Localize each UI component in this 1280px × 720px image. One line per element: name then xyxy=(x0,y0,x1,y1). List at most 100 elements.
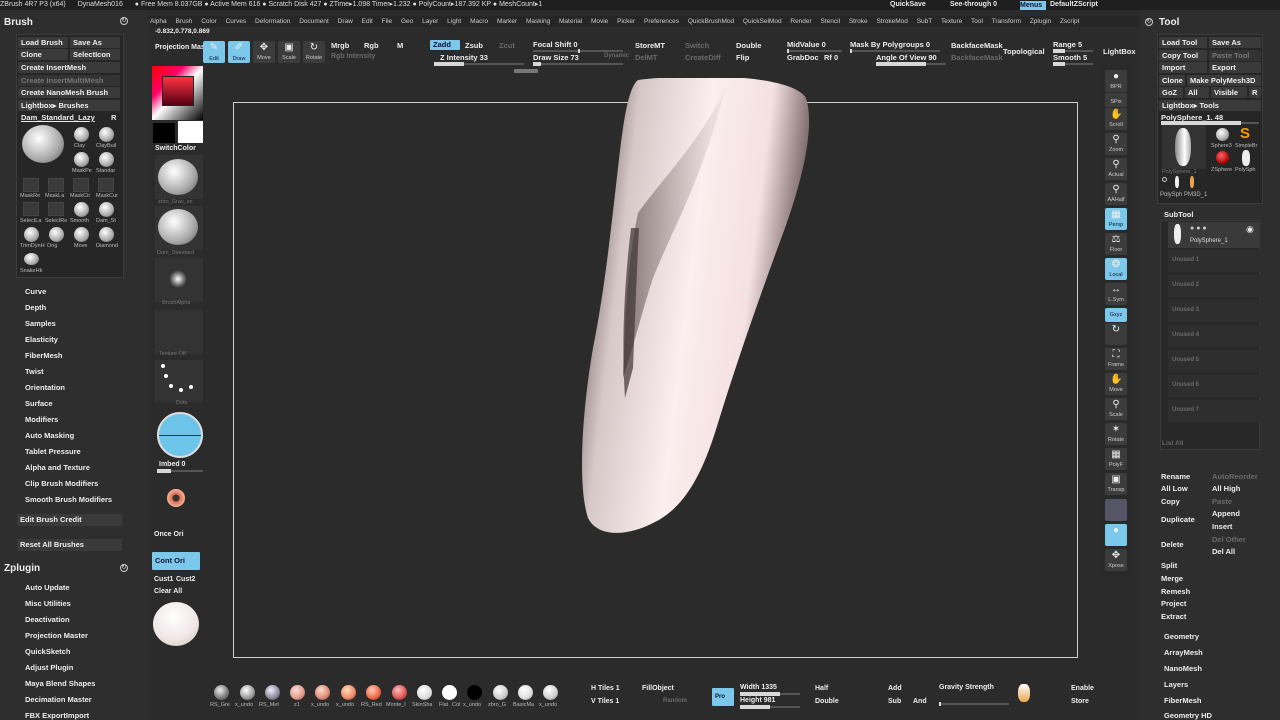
brush-thumb-trimdynamic[interactable] xyxy=(24,227,39,242)
imbed-slider-track[interactable] xyxy=(157,469,203,473)
section-arraymesh[interactable]: ArrayMesh xyxy=(1164,648,1203,657)
subtool-slot[interactable]: Unused 4 xyxy=(1168,325,1260,347)
delete-button[interactable]: Delete xyxy=(1161,540,1184,549)
sub-button[interactable]: Sub xyxy=(888,698,901,705)
draw-mode-button[interactable]: ✐ Draw xyxy=(228,41,250,63)
menu-material[interactable]: Material xyxy=(559,18,582,25)
load-tool-button[interactable]: Load Tool xyxy=(1159,37,1207,48)
material-swatch[interactable] xyxy=(341,685,356,700)
quicksave-button[interactable]: QuickSave xyxy=(890,1,950,10)
polyf-button[interactable]: ▦ PolyF xyxy=(1105,448,1127,470)
local-button[interactable]: ❂ Local xyxy=(1105,258,1127,280)
subtool-slot[interactable]: Unused 3 xyxy=(1168,300,1260,322)
gravity-strength-slider[interactable]: Gravity Strength xyxy=(939,684,994,691)
m-button[interactable]: M xyxy=(397,41,403,50)
brush-thumb-masklasso[interactable] xyxy=(48,178,64,192)
z-intensity-slider[interactable]: Z Intensity 33 xyxy=(440,53,488,62)
lazy-mouse-dial[interactable] xyxy=(157,412,203,458)
material-swatch[interactable] xyxy=(518,685,533,700)
scroll-button[interactable]: ✋ Scroll xyxy=(1105,108,1127,130)
menu-stroke[interactable]: Stroke xyxy=(849,18,868,25)
section-clip-brush-modifiers[interactable]: Clip Brush Modifiers xyxy=(25,479,98,488)
material-swatch[interactable] xyxy=(240,685,255,700)
gxyz-button[interactable]: Gxyz xyxy=(1105,308,1127,322)
grabdoc-button[interactable]: GrabDoc xyxy=(787,53,819,62)
menu-curves[interactable]: Curves xyxy=(226,18,247,25)
scale-mode-button[interactable]: ▣ Scale xyxy=(278,41,300,63)
material-swatch[interactable] xyxy=(493,685,508,700)
zadd-button[interactable]: Zadd xyxy=(430,40,460,50)
tool-thumb-simplebrush-icon[interactable]: S xyxy=(1240,126,1254,142)
merge-button[interactable]: Merge xyxy=(1161,574,1183,583)
angle-of-view-slider[interactable]: Angle Of View 90 xyxy=(876,53,937,62)
menu-deformation[interactable]: Deformation xyxy=(255,18,290,25)
zplugin-decimation-master[interactable]: Decimation Master xyxy=(25,695,92,704)
brush-thumb-maskcircle[interactable] xyxy=(73,178,89,192)
material-swatch[interactable] xyxy=(366,685,381,700)
brush-thumbnail-box[interactable] xyxy=(155,206,203,250)
eye-icon[interactable]: ◉ xyxy=(1246,224,1256,234)
focal-shift-track[interactable] xyxy=(533,49,623,53)
section-smooth-brush-modifiers[interactable]: Smooth Brush Modifiers xyxy=(25,495,112,504)
section-geometry-hd[interactable]: Geometry HD xyxy=(1164,711,1212,720)
subtool-slot[interactable]: Unused 7 xyxy=(1168,400,1260,422)
section-surface[interactable]: Surface xyxy=(25,399,53,408)
random-button[interactable]: Random xyxy=(663,698,687,704)
create-nanomesh-brush-button[interactable]: Create NanoMesh Brush xyxy=(18,87,120,98)
brush-thumb-maskpen[interactable] xyxy=(74,152,89,167)
menu-tool[interactable]: Tool xyxy=(971,18,983,25)
mask-by-polygroups-slider[interactable]: Mask By Polygroups 0 xyxy=(850,40,930,49)
rotate-mode-button[interactable]: ↻ Rotate xyxy=(303,41,325,63)
rgb-button[interactable]: Rgb xyxy=(364,41,379,50)
zsub-button[interactable]: Zsub xyxy=(465,41,483,50)
menu-layer[interactable]: Layer xyxy=(422,18,438,25)
tool-thumb-polysph[interactable] xyxy=(1242,150,1250,166)
section-layers[interactable]: Layers xyxy=(1164,680,1188,689)
actual-button[interactable]: ⚲ Actual xyxy=(1105,158,1127,180)
and-button[interactable]: And xyxy=(913,698,927,705)
dots-stroke-box[interactable] xyxy=(155,360,203,402)
persp-button[interactable]: ▦ Persp xyxy=(1105,208,1127,230)
menu-movie[interactable]: Movie xyxy=(591,18,608,25)
height-track[interactable] xyxy=(740,705,800,709)
lightbox-button[interactable]: LightBox xyxy=(1103,47,1136,56)
extract-button[interactable]: Extract xyxy=(1161,612,1186,621)
paste-subtool-button[interactable]: Paste xyxy=(1212,497,1232,506)
brush-thumb-standard[interactable] xyxy=(99,152,114,167)
bpr-render-button[interactable]: ● BPR xyxy=(1105,70,1127,92)
material-swatch[interactable] xyxy=(214,685,229,700)
texture-thumbnail-box[interactable] xyxy=(155,310,203,354)
rename-button[interactable]: Rename xyxy=(1161,472,1190,481)
menu-geo[interactable]: Geo xyxy=(401,18,413,25)
matcap-sphere[interactable] xyxy=(153,602,199,646)
copy-subtool-button[interactable]: Copy xyxy=(1161,497,1180,506)
tool-panel-settings-icon[interactable]: ↻ xyxy=(1145,18,1153,26)
section-fibermesh[interactable]: FiberMesh xyxy=(25,351,63,360)
zplugin-misc-utilities[interactable]: Misc Utilities xyxy=(25,599,71,608)
material-swatch[interactable] xyxy=(265,685,280,700)
draw-size-track[interactable] xyxy=(533,62,623,66)
store-button[interactable]: Store xyxy=(1071,698,1089,705)
lsym-button[interactable]: ↔ L.Sym xyxy=(1105,283,1127,305)
rf-slider[interactable]: Rf 0 xyxy=(824,53,838,62)
switch-button[interactable]: Switch xyxy=(685,41,709,50)
topological-button[interactable]: Topological xyxy=(1003,47,1045,56)
z-intensity-track[interactable] xyxy=(434,62,524,66)
height-slider[interactable]: Height 981 xyxy=(740,697,775,704)
menu-render[interactable]: Render xyxy=(790,18,811,25)
zplugin-panel-settings-icon[interactable]: ↻ xyxy=(120,564,128,572)
menu-masking[interactable]: Masking xyxy=(526,18,550,25)
rotate-view-button[interactable]: ✶ Rotate xyxy=(1105,423,1127,445)
subtool-slot[interactable]: Unused 2 xyxy=(1168,275,1260,297)
gravity-strength-track[interactable] xyxy=(939,702,1009,706)
gravity-direction-icon[interactable] xyxy=(1018,684,1030,702)
project-button[interactable]: Project xyxy=(1161,599,1186,608)
section-geometry[interactable]: Geometry xyxy=(1164,632,1199,641)
menu-zscript[interactable]: Zscript xyxy=(1060,18,1080,25)
range-slider[interactable]: Range 5 xyxy=(1053,40,1082,49)
menu-document[interactable]: Document xyxy=(299,18,329,25)
imbed-slider[interactable]: Imbed 0 xyxy=(159,461,185,468)
duplicate-button[interactable]: Duplicate xyxy=(1161,515,1195,524)
menu-brush[interactable]: Brush xyxy=(175,18,192,25)
fill-object-button[interactable]: FillObject xyxy=(642,685,674,692)
